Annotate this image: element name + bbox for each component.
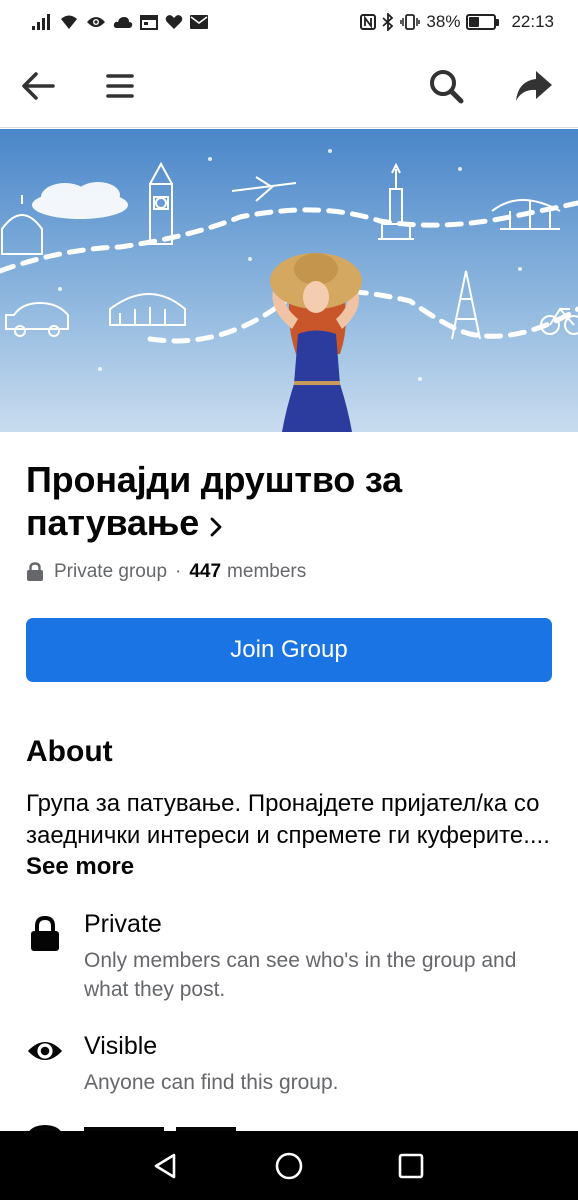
signal-icon — [32, 14, 52, 30]
system-home-icon[interactable] — [272, 1149, 306, 1183]
mail-icon — [190, 15, 208, 29]
clock: 22:13 — [511, 12, 554, 31]
eye-icon — [26, 1036, 64, 1074]
back-arrow-icon[interactable] — [16, 64, 60, 108]
info-title-visible: Visible — [84, 1032, 158, 1060]
share-icon[interactable] — [512, 64, 556, 108]
bluetooth-icon — [382, 13, 394, 31]
cover-photo[interactable] — [0, 129, 578, 432]
info-title-private: Private — [84, 910, 162, 938]
search-icon[interactable] — [424, 64, 468, 108]
menu-icon[interactable] — [98, 64, 142, 108]
battery-percent: 38% — [426, 12, 461, 31]
info-desc-visible: Anyone can find this group. — [84, 1071, 339, 1094]
about-heading: About — [26, 735, 113, 768]
top-nav-bar — [0, 44, 578, 128]
lock-icon — [26, 916, 64, 954]
member-count[interactable]: 447 — [189, 561, 221, 583]
join-group-button[interactable]: Join Group — [26, 618, 552, 682]
battery-icon — [466, 14, 500, 30]
about-description: Група за патување. Пронајдете пријател/к… — [26, 788, 556, 883]
lock-icon — [26, 562, 44, 582]
meta-separator: · — [175, 561, 182, 582]
vibrate-icon — [400, 14, 421, 30]
group-title[interactable]: Пронајди друштво за патување — [26, 458, 546, 547]
privacy-label: Private group — [54, 561, 168, 582]
system-recents-icon[interactable] — [394, 1149, 428, 1183]
see-more-link[interactable]: See more — [26, 853, 134, 880]
nfc-icon — [360, 14, 377, 30]
cloud-icon — [113, 15, 133, 29]
calendar-icon — [140, 14, 158, 30]
system-navigation-bar — [0, 1131, 578, 1200]
info-row-visible: Visible Anyone can find this group. — [26, 1032, 556, 1102]
group-meta: Private group · 447 members — [26, 558, 306, 586]
eye-icon — [86, 15, 106, 29]
wifi-icon — [59, 14, 79, 30]
heart-icon — [165, 14, 183, 30]
members-label[interactable]: members — [227, 561, 306, 583]
status-right: 38% 22:13 — [360, 12, 554, 32]
info-desc-private: Only members can see who's in the group … — [84, 949, 517, 1001]
info-row-private: Private Only members can see who's in th… — [26, 910, 556, 1010]
status-bar: 38% 22:13 — [0, 0, 578, 44]
about-description-text: Група за патување. Пронајдете пријател/к… — [26, 790, 550, 849]
chevron-right-icon[interactable] — [209, 504, 223, 547]
status-left — [32, 14, 208, 30]
system-back-icon[interactable] — [148, 1149, 182, 1183]
